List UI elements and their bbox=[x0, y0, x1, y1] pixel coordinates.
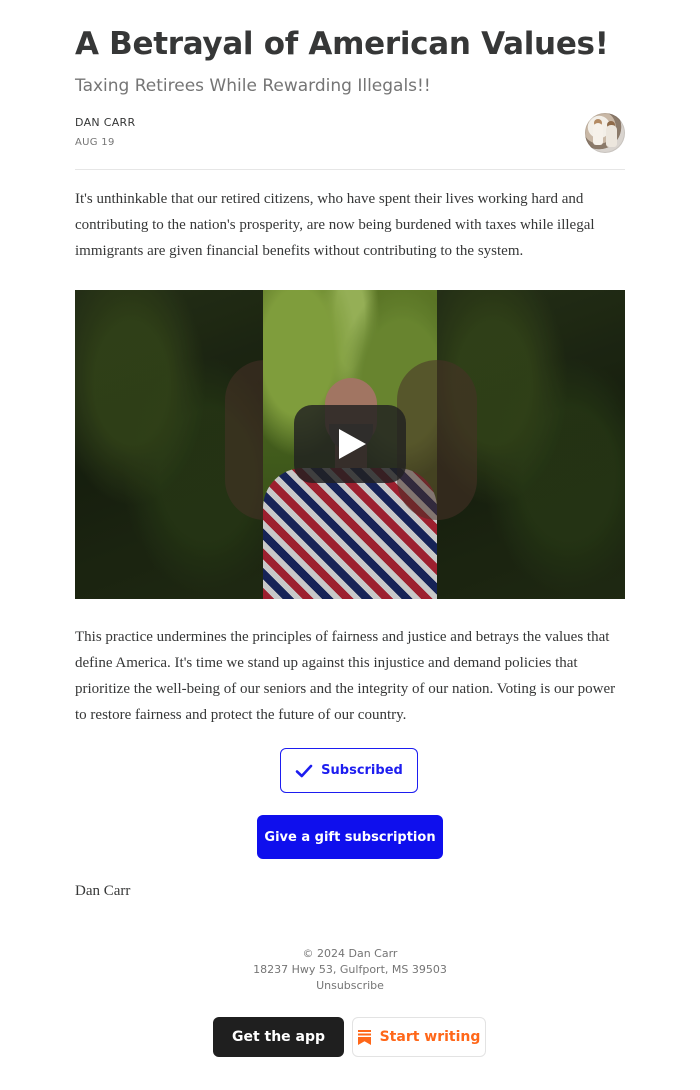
author-avatar[interactable] bbox=[585, 113, 625, 153]
play-button[interactable] bbox=[294, 405, 406, 483]
email-footer: © 2024 Dan Carr 18237 Hwy 53, Gulfport, … bbox=[0, 946, 700, 994]
gift-subscription-button[interactable]: Give a gift subscription bbox=[257, 815, 443, 859]
post-title[interactable]: A Betrayal of American Values! bbox=[75, 24, 635, 64]
author-name[interactable]: DAN CARR bbox=[75, 116, 135, 130]
post-paragraph: It's unthinkable that our retired citize… bbox=[75, 191, 595, 259]
unsubscribe-link[interactable]: Unsubscribe bbox=[0, 978, 700, 994]
footer-copyright: © 2024 Dan Carr bbox=[302, 947, 398, 960]
get-app-label: Get the app bbox=[231, 1029, 326, 1045]
header-divider bbox=[75, 169, 625, 170]
avatar-figure bbox=[606, 125, 617, 147]
email-post: A Betrayal of American Values! Taxing Re… bbox=[0, 0, 700, 1090]
signoff: Dan Carr bbox=[75, 883, 131, 899]
start-writing-button[interactable]: Start writing bbox=[352, 1017, 486, 1057]
start-writing-label: Start writing bbox=[379, 1029, 481, 1045]
subscribed-label: Subscribed bbox=[321, 763, 403, 778]
substack-icon bbox=[357, 1029, 371, 1045]
footer-address: 18237 Hwy 53, Gulfport, MS 39503 bbox=[253, 963, 447, 976]
avatar-figure bbox=[593, 123, 603, 145]
check-icon bbox=[295, 764, 313, 777]
gift-subscription-label: Give a gift subscription bbox=[264, 829, 436, 845]
subscribed-button[interactable]: Subscribed bbox=[280, 748, 418, 793]
post-subtitle: Taxing Retirees While Rewarding Illegals… bbox=[75, 76, 431, 96]
video-embed[interactable] bbox=[75, 290, 625, 599]
play-icon bbox=[339, 429, 366, 459]
post-date: AUG 19 bbox=[75, 137, 115, 148]
post-paragraph: This practice undermines the principles … bbox=[75, 629, 616, 723]
get-app-button[interactable]: Get the app bbox=[213, 1017, 344, 1057]
